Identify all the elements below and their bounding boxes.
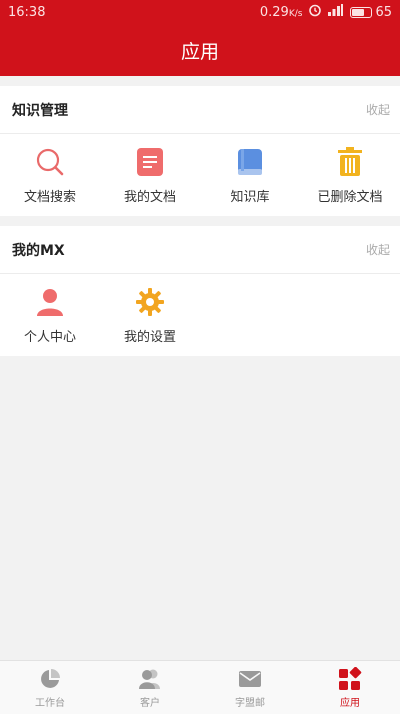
battery-level: 65	[375, 4, 392, 20]
app-deleted-documents[interactable]: 已删除文档	[300, 146, 400, 205]
tab-apps[interactable]: 应用	[300, 661, 400, 714]
mail-icon	[238, 667, 262, 691]
section-title: 我的MX	[12, 242, 65, 259]
app-header: 16:38 0.29K/s 65 应用	[0, 0, 400, 76]
tab-label: 客户	[140, 697, 160, 709]
app-label: 文档搜索	[23, 189, 76, 205]
page-title: 应用	[180, 40, 219, 63]
app-grid: 个人中心 我的设置	[0, 274, 400, 356]
app-personal-center[interactable]: 个人中心	[0, 286, 100, 345]
app-my-settings[interactable]: 我的设置	[100, 286, 200, 345]
signal-icon	[328, 4, 344, 20]
app-knowledge-base[interactable]: 知识库	[200, 146, 300, 205]
alarm-icon	[308, 3, 322, 21]
status-time: 16:38	[8, 4, 46, 20]
app-doc-search[interactable]: 文档搜索	[0, 146, 100, 205]
section-title: 知识管理	[12, 102, 68, 119]
tab-label: 工作台	[35, 697, 65, 709]
status-indicators: 0.29K/s 65	[260, 3, 392, 21]
tab-workbench[interactable]: 工作台	[0, 661, 100, 714]
gear-icon	[134, 286, 166, 318]
app-label: 我的文档	[123, 189, 176, 205]
network-speed-value: 0.29	[259, 4, 289, 20]
contacts-icon	[138, 667, 162, 691]
status-bar: 16:38 0.29K/s 65	[0, 0, 400, 24]
section-header: 我的MX 收起	[0, 226, 400, 274]
network-speed: 0.29K/s	[260, 5, 303, 20]
trash-icon	[334, 146, 366, 178]
book-icon	[234, 146, 266, 178]
my-mx-section: 我的MX 收起 个人中心 我的设置	[0, 226, 400, 356]
tab-label: 字盟邮	[235, 697, 265, 709]
app-my-documents[interactable]: 我的文档	[100, 146, 200, 205]
bottom-tab-bar: 工作台 客户 字盟邮 应用	[0, 660, 400, 714]
app-label: 已删除文档	[317, 189, 383, 205]
pie-chart-icon	[38, 667, 62, 691]
battery-icon	[350, 6, 373, 18]
network-speed-unit: K/s	[288, 8, 303, 19]
person-icon	[34, 286, 66, 318]
app-label: 个人中心	[23, 329, 76, 345]
document-icon	[134, 146, 166, 178]
collapse-button[interactable]: 收起	[366, 101, 390, 118]
app-label: 我的设置	[123, 329, 176, 345]
apps-icon	[338, 666, 362, 691]
knowledge-management-section: 知识管理 收起 文档搜索 我的文档 知识库 已删除文档	[0, 86, 400, 216]
section-header: 知识管理 收起	[0, 86, 400, 134]
app-label: 知识库	[230, 189, 270, 205]
tab-customers[interactable]: 客户	[100, 661, 200, 714]
collapse-button[interactable]: 收起	[366, 241, 390, 258]
search-icon	[34, 146, 66, 178]
battery-indicator: 65	[350, 5, 392, 20]
tab-label: 应用	[340, 697, 360, 709]
app-grid: 文档搜索 我的文档 知识库 已删除文档	[0, 134, 400, 216]
tab-mail[interactable]: 字盟邮	[200, 661, 300, 714]
